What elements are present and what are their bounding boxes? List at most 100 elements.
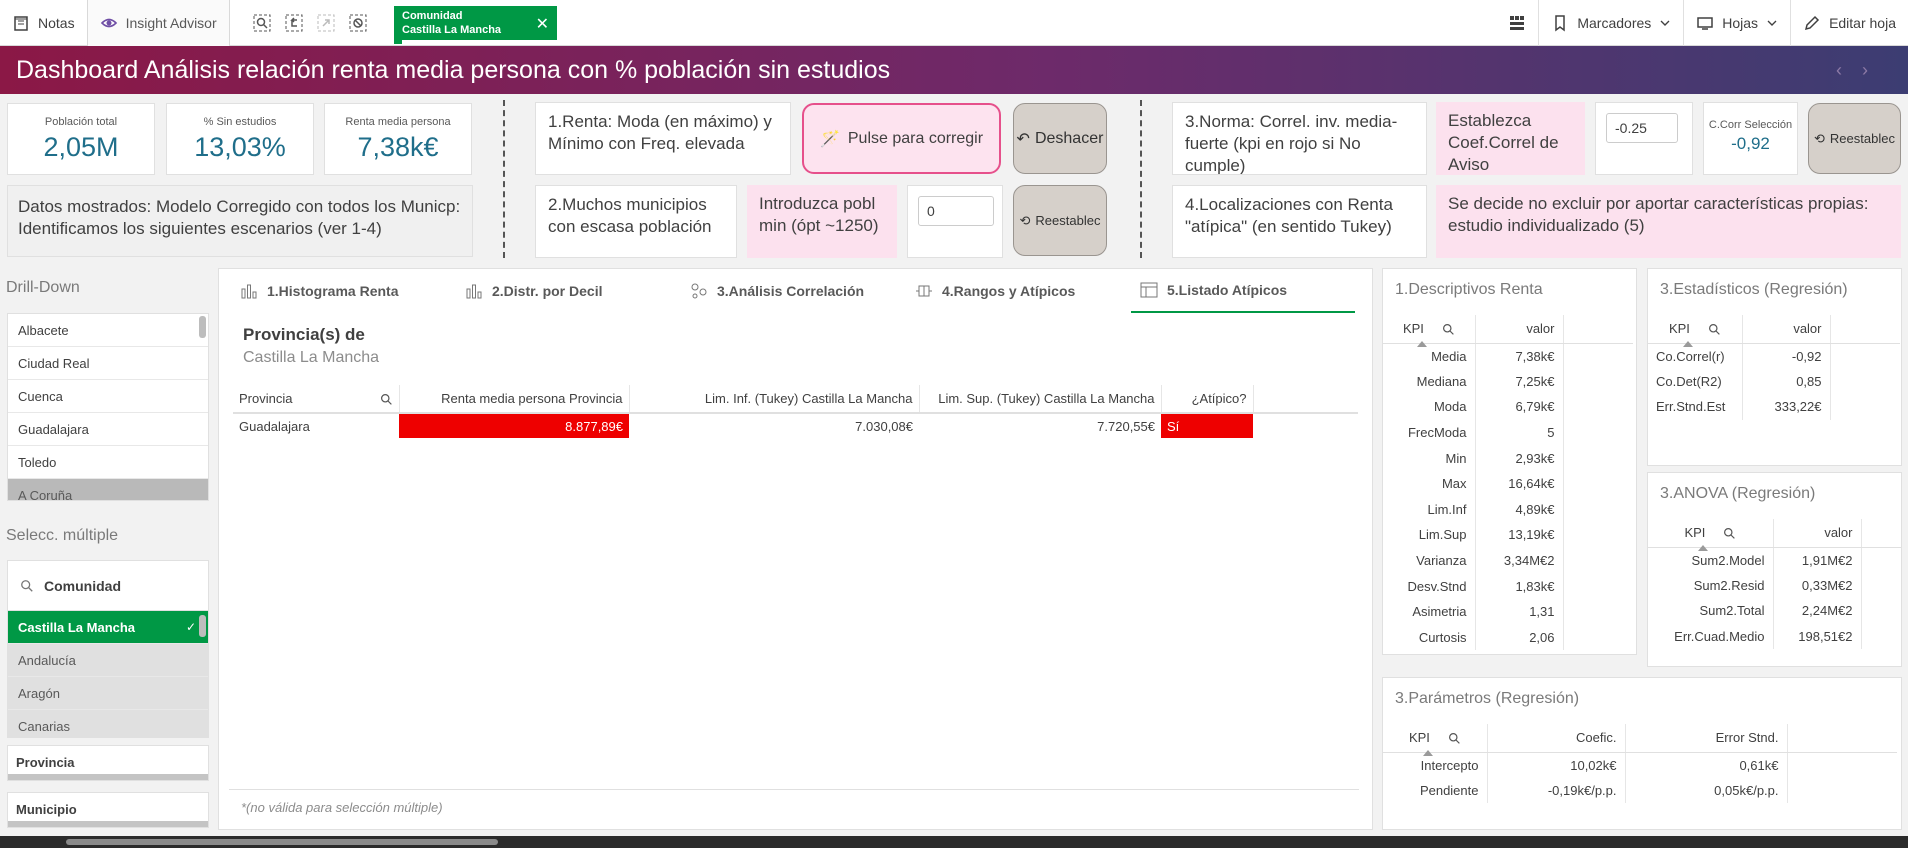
- cell-empty: [1563, 522, 1633, 548]
- table-row[interactable]: Pendiente -0,19k€/p.p. 0,05k€/p.p.: [1383, 777, 1897, 804]
- cell-value: 1,31: [1475, 598, 1564, 625]
- table-row[interactable]: Mediana 7,25k€: [1383, 368, 1633, 395]
- col-lim-sup[interactable]: Lim. Sup. (Tukey) Castilla La Mancha: [919, 385, 1162, 414]
- col-renta-media[interactable]: Renta media persona Provincia: [399, 385, 630, 414]
- table-row[interactable]: Asimetria 1,31: [1383, 598, 1633, 625]
- check-icon: ✓: [185, 620, 196, 634]
- clear-selections-button[interactable]: [342, 0, 374, 46]
- kpi-sin-estudios: % Sin estudios 13,03%: [166, 103, 314, 175]
- search-icon[interactable]: [1708, 323, 1721, 336]
- correct-button[interactable]: 🪄 Pulse para corregir: [802, 103, 1001, 174]
- col-valor[interactable]: valor: [1742, 315, 1831, 344]
- table-row[interactable]: Max 16,64k€: [1383, 470, 1633, 497]
- search-icon[interactable]: [1442, 323, 1455, 336]
- cell-value: 16,64k€: [1475, 470, 1564, 497]
- table-row[interactable]: Moda 6,79k€: [1383, 394, 1633, 420]
- municipio-filter[interactable]: Municipio: [7, 792, 209, 828]
- scrollbar[interactable]: [199, 316, 206, 338]
- sheets-button[interactable]: Hojas: [1683, 0, 1790, 46]
- table-row[interactable]: FrecModa 5: [1383, 419, 1633, 446]
- table-row[interactable]: Varianza 3,34M€2: [1383, 547, 1633, 574]
- list-item[interactable]: Andalucía: [8, 644, 208, 677]
- cell-value: 0,61k€: [1625, 752, 1788, 778]
- reset-population-button[interactable]: ⟲ Reestablec: [1013, 185, 1107, 256]
- insight-advisor-button[interactable]: Insight Advisor: [86, 0, 230, 46]
- list-item[interactable]: Guadalajara: [8, 413, 208, 446]
- table-row[interactable]: Guadalajara 8.877,89€ 7.030,08€ 7.720,55…: [233, 413, 1358, 438]
- notes-icon: [14, 15, 28, 31]
- edit-sheet-button[interactable]: Editar hoja: [1790, 0, 1908, 46]
- table-row[interactable]: Err.Cuad.Medio 198,51€2: [1648, 623, 1901, 650]
- bar-chart-icon: [466, 284, 482, 299]
- table-row[interactable]: Sum2.Resid 0,33M€2: [1648, 572, 1901, 599]
- chip-close-icon[interactable]: ✕: [536, 14, 549, 34]
- pencil-icon: [1805, 15, 1820, 31]
- table-row[interactable]: Lim.Inf 4,89k€: [1383, 496, 1633, 523]
- table-row[interactable]: Curtosis 2,06: [1383, 624, 1633, 651]
- provincia-filter[interactable]: Provincia: [7, 745, 209, 781]
- scrollbar[interactable]: [199, 615, 206, 637]
- table-row[interactable]: Media 7,38k€: [1383, 343, 1633, 369]
- scrollbar-thumb[interactable]: [66, 839, 498, 845]
- list-item[interactable]: Ciudad Real: [8, 347, 208, 380]
- table-row[interactable]: Co.Det(R2) 0,85: [1648, 368, 1900, 395]
- col-kpi[interactable]: KPI: [1648, 519, 1774, 551]
- parametros-table: KPI Coefic. Error Stnd. Intercepto 10,02k…: [1383, 724, 1897, 804]
- step-forward-button[interactable]: [310, 0, 342, 46]
- cell-kpi: Min: [1383, 445, 1476, 471]
- selection-chip[interactable]: Comunidad Castilla La Mancha ✕: [394, 6, 557, 44]
- col-valor[interactable]: valor: [1475, 315, 1564, 344]
- correl-input[interactable]: -0.25: [1606, 113, 1678, 143]
- col-kpi[interactable]: KPI: [1383, 315, 1476, 347]
- cell-empty: [1563, 497, 1633, 523]
- table-row[interactable]: Lim.Sup 13,19k€: [1383, 522, 1633, 548]
- scenario3-prompt: Establezca Coef.Correl de Aviso: [1448, 111, 1559, 174]
- reset-correl-button[interactable]: ⟲ Reestablec: [1808, 103, 1901, 174]
- list-item[interactable]: Toledo: [8, 446, 208, 479]
- list-item[interactable]: Canarias: [8, 710, 208, 737]
- bottom-scrollbar[interactable]: [0, 836, 1908, 848]
- table-row[interactable]: Co.Correl(r) -0,92: [1648, 343, 1900, 369]
- step-back-button[interactable]: [278, 0, 310, 46]
- list-item[interactable]: Cuenca: [8, 380, 208, 413]
- cell-lim-sup: 7.720,55€: [1097, 418, 1155, 434]
- grid-view-button[interactable]: [1496, 0, 1538, 46]
- col-provincia[interactable]: Provincia: [233, 385, 400, 414]
- tab-decil[interactable]: 2.Distr. por Decil: [464, 269, 602, 313]
- divider-dashed-2: [1140, 100, 1142, 258]
- undo-button[interactable]: ↶ Deshacer: [1013, 103, 1107, 174]
- tab-rangos[interactable]: 4.Rangos y Atípicos: [914, 269, 1075, 313]
- smart-search-button[interactable]: [246, 0, 278, 46]
- list-item[interactable]: Aragón: [8, 677, 208, 710]
- list-item[interactable]: A Coruña: [8, 479, 208, 500]
- col-lim-inf[interactable]: Lim. Inf. (Tukey) Castilla La Mancha: [629, 385, 920, 414]
- col-atipico[interactable]: ¿Atípico?: [1161, 385, 1254, 414]
- tab-correlacion[interactable]: 3.Análisis Correlación: [689, 269, 864, 313]
- tab-histograma[interactable]: 1.Histograma Renta: [239, 269, 398, 313]
- table-row[interactable]: Err.Stnd.Est 333,22€: [1648, 394, 1900, 420]
- table-row[interactable]: Sum2.Total 2,24M€2: [1648, 598, 1901, 624]
- cell-kpi: Pendiente: [1383, 777, 1488, 804]
- col-valor[interactable]: valor: [1773, 519, 1862, 548]
- search-icon[interactable]: [380, 393, 393, 406]
- min-population-input[interactable]: 0: [918, 196, 994, 226]
- search-icon[interactable]: [1448, 732, 1461, 745]
- notes-button[interactable]: Notas: [0, 0, 87, 46]
- tab-listado-atipicos[interactable]: 5.Listado Atípicos: [1131, 269, 1355, 313]
- table-row[interactable]: Desv.Stnd 1,83k€: [1383, 573, 1633, 599]
- list-item-selected[interactable]: Castilla La Mancha ✓: [8, 611, 208, 644]
- table-row[interactable]: Intercepto 10,02k€ 0,61k€: [1383, 752, 1897, 778]
- col-kpi[interactable]: KPI: [1648, 315, 1743, 347]
- boxplot-icon: [916, 285, 932, 297]
- col-coefic[interactable]: Coefic.: [1487, 724, 1626, 753]
- cell-empty: [1861, 624, 1901, 650]
- table-row[interactable]: Min 2,93k€: [1383, 445, 1633, 471]
- col-error-stnd[interactable]: Error Stnd.: [1625, 724, 1788, 753]
- list-item[interactable]: Albacete: [8, 314, 208, 347]
- comunidad-search[interactable]: Comunidad: [8, 561, 208, 611]
- col-kpi[interactable]: KPI: [1383, 724, 1488, 756]
- table-row[interactable]: Sum2.Model 1,91M€2: [1648, 547, 1901, 573]
- search-icon[interactable]: [1723, 527, 1736, 540]
- bookmarks-button[interactable]: Marcadores: [1538, 0, 1683, 46]
- sheet-nav-arrows[interactable]: ‹›: [1836, 60, 1888, 81]
